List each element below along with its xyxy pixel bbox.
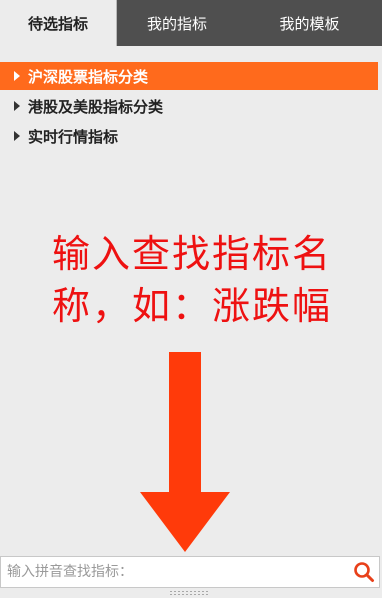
category-item-hk-us[interactable]: 港股及美股指标分类 bbox=[0, 92, 382, 120]
resize-grip-icon[interactable] bbox=[168, 590, 212, 596]
tab-my-indicators[interactable]: 我的指标 bbox=[117, 0, 237, 46]
triangle-right-icon bbox=[14, 131, 20, 141]
instruction-hint: 输入查找指标名 称，如：涨跌幅 bbox=[22, 228, 362, 332]
triangle-right-icon bbox=[14, 101, 20, 111]
tab-label: 待选指标 bbox=[27, 14, 88, 33]
search-bar bbox=[0, 556, 380, 588]
search-icon bbox=[354, 562, 374, 582]
arrow-down-icon bbox=[140, 352, 230, 552]
tab-bar: 待选指标 我的指标 我的模板 bbox=[0, 0, 382, 46]
search-button[interactable] bbox=[349, 557, 379, 587]
category-label: 实时行情指标 bbox=[28, 127, 119, 146]
triangle-right-icon bbox=[14, 71, 20, 81]
tab-my-templates[interactable]: 我的模板 bbox=[237, 0, 382, 46]
category-list: 沪深股票指标分类 港股及美股指标分类 实时行情指标 bbox=[0, 62, 382, 152]
tab-label: 我的模板 bbox=[279, 14, 340, 33]
hint-line-2: 称，如：涨跌幅 bbox=[51, 284, 332, 328]
category-label: 沪深股票指标分类 bbox=[28, 67, 149, 86]
category-item-realtime[interactable]: 实时行情指标 bbox=[0, 122, 382, 150]
search-input[interactable] bbox=[1, 557, 349, 587]
category-item-a-share[interactable]: 沪深股票指标分类 bbox=[0, 62, 378, 90]
category-label: 港股及美股指标分类 bbox=[28, 97, 164, 116]
hint-line-1: 输入查找指标名 bbox=[51, 232, 332, 276]
tab-candidate-indicators[interactable]: 待选指标 bbox=[0, 0, 117, 46]
tab-label: 我的指标 bbox=[146, 14, 207, 33]
